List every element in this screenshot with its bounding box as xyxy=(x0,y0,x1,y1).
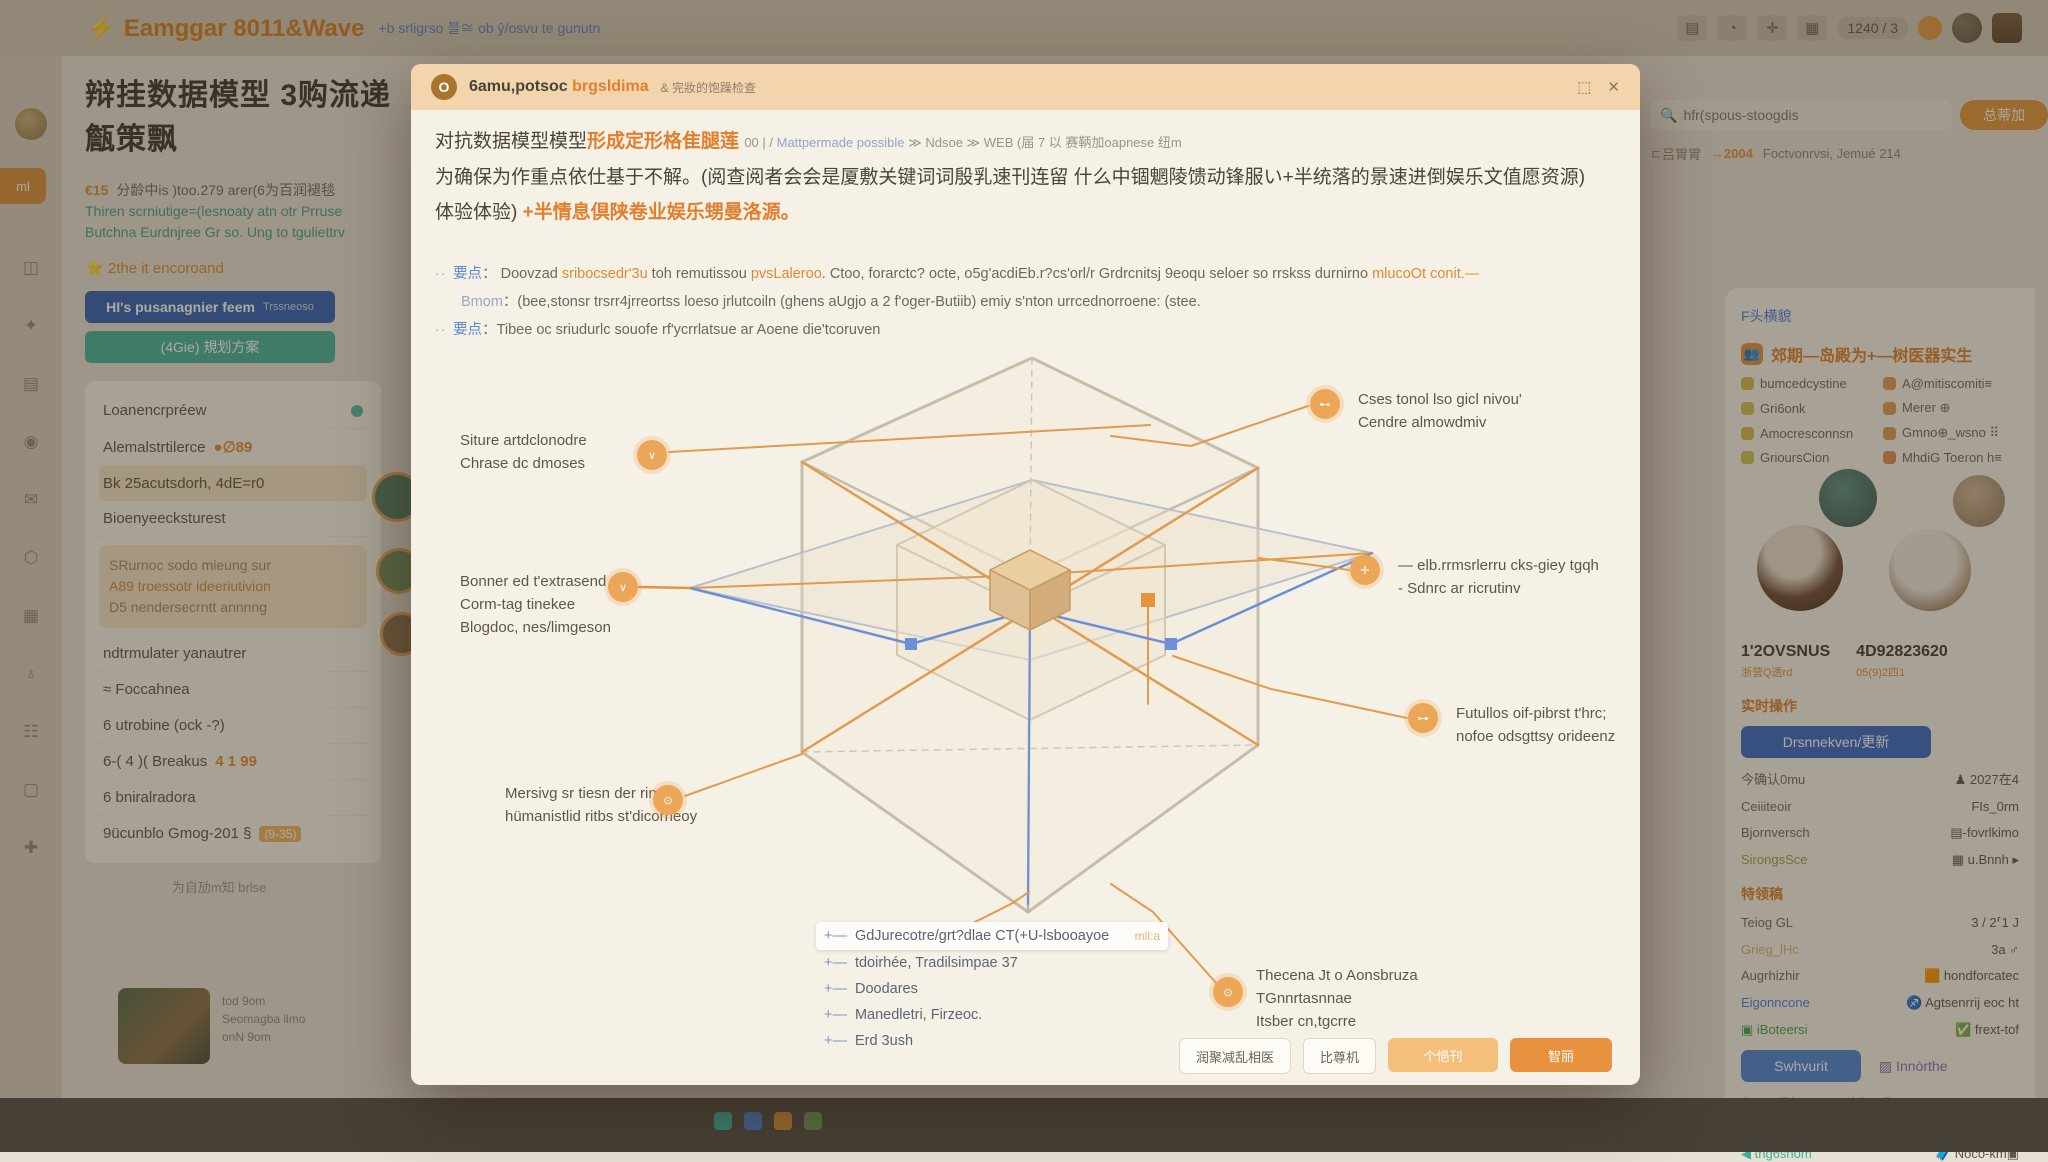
bullet-label: Bmom xyxy=(461,294,503,310)
bullet-3: ∙∙要点：Tibee oc sriudurlc souofe rf'ycrrla… xyxy=(435,316,1615,344)
annotation-line: Siture artdclonodre xyxy=(460,429,640,452)
checklist-item-highlighted[interactable]: +— GdJurecotre/grt?dlae CT(+U-lsbooayoe ml… xyxy=(816,922,1168,950)
marker-b1[interactable]: ⊙ xyxy=(1213,977,1243,1007)
checklist-suffix: mll:a xyxy=(1135,924,1160,948)
crumb-link[interactable]: Mattpermade possible xyxy=(777,135,905,150)
cube-diagram: Siture artdclonodre Chrase dc dmoses ∨ B… xyxy=(411,344,1640,1044)
bullet-link[interactable]: mlucoOt conit.— xyxy=(1372,266,1479,282)
checklist-item[interactable]: +— tdoirhée, Tradilsimpae 37 xyxy=(816,950,1168,976)
checklist-item[interactable]: +— Manedletri, Firzeoc. xyxy=(816,1002,1168,1028)
bullet-seg: Doovzad xyxy=(501,266,562,282)
intro-accent-text-2: +半情息倶陕卷业娱乐甥曼洛源。 xyxy=(523,202,800,223)
bullet-text: (bee,stonsr trsrr4jrreortss loeso jrlutc… xyxy=(517,294,1200,310)
annotation-a1: Siture artdclonodre Chrase dc dmoses xyxy=(460,429,640,475)
annotation-line: Cses tonol lso gicl nivou' xyxy=(1358,388,1588,411)
fullscreen-icon[interactable]: ⬚ xyxy=(1577,78,1591,96)
bullet-2: Bmom：(bee,stonsr trsrr4jrreortss loeso j… xyxy=(435,288,1615,316)
dialog-intro: 对抗数据模型模型形成定形格隹腿莲 00 | / Mattpermade poss… xyxy=(435,124,1615,230)
diagram-checklist: +— GdJurecotre/grt?dlae CT(+U-lsbooayoe ml… xyxy=(816,922,1168,1054)
plus-icon: +— xyxy=(824,1003,847,1027)
bullet-seg: toh remutissou xyxy=(648,266,751,282)
dialog-header: O 6amu,potsoc brgsldima & 完妝的饱躁检查 ⬚ ✕ xyxy=(411,64,1640,110)
checklist-label: Erd 3ush xyxy=(855,1029,913,1053)
checklist-label: Manedletri, Firzeoc. xyxy=(855,1003,982,1027)
annotation-line: Cendre almowdmiv xyxy=(1358,411,1588,434)
dialog-title-accent: brgsldima xyxy=(572,78,648,95)
marker-r2[interactable]: ✛ xyxy=(1350,555,1380,585)
intro-breadcrumb: 00 | / Mattpermade possible ≫ Ndsoe ≫ WE… xyxy=(744,135,1181,150)
intro-line-3: 体验体验) +半情息倶陕卷业娱乐甥曼洛源。 xyxy=(435,195,1615,230)
annotation-b1: Thecena Jt o Aonsbruza TGnnrtasnnae Itsb… xyxy=(1256,964,1486,1033)
close-icon[interactable]: ✕ xyxy=(1607,78,1620,96)
annotation-line: nofoe odsgttsy orideenz xyxy=(1456,725,1640,748)
checklist-item[interactable]: +— Doodares xyxy=(816,976,1168,1002)
annotation-line: — elb.rrmsrlerru cks-giey tgqh xyxy=(1398,554,1638,577)
intro-plain-text: 体验体验) xyxy=(435,202,523,223)
marker-a2[interactable]: ∨ xyxy=(608,572,638,602)
annotation-line: Thecena Jt o Aonsbruza xyxy=(1256,964,1486,987)
intro-accent-text: 形成定形格隹腿莲 xyxy=(587,131,739,152)
dialog: O 6amu,potsoc brgsldima & 完妝的饱躁检查 ⬚ ✕ 对抗… xyxy=(411,64,1640,1085)
bullet-1: ∙∙要点： Doovzad sribocsedr'3u toh remutiss… xyxy=(435,260,1615,288)
plus-icon: +— xyxy=(824,924,847,948)
window-controls: ⬚ ✕ xyxy=(1577,78,1620,96)
checklist-item[interactable]: +— Erd 3ush xyxy=(816,1028,1168,1054)
plus-icon: +— xyxy=(824,977,847,1001)
dialog-footer: 润聚减乱相医 比尊机 个悒刊 智丽 xyxy=(1179,1038,1612,1074)
plus-icon: +— xyxy=(824,951,847,975)
dialog-bullets: ∙∙要点： Doovzad sribocsedr'3u toh remutiss… xyxy=(435,260,1615,344)
crumb-seg: ≫ Ndsoe ≫ WEB (届 7 以 赛鞆加oapnese 纽m xyxy=(905,135,1182,150)
bullet-dots: ∙∙ xyxy=(435,322,447,338)
annotation-line: Chrase dc dmoses xyxy=(460,452,640,475)
annotation-r1: Cses tonol lso gicl nivou' Cendre almowd… xyxy=(1358,388,1588,434)
annotation-r2: — elb.rrmsrlerru cks-giey tgqh - Sdnrc a… xyxy=(1398,554,1638,600)
footer-button-primary-light[interactable]: 个悒刊 xyxy=(1388,1038,1498,1072)
bullet-link[interactable]: pvsLaleroo xyxy=(751,266,822,282)
footer-button-primary[interactable]: 智丽 xyxy=(1510,1038,1612,1072)
annotation-line: - Sdnrc ar ricrutinv xyxy=(1398,577,1638,600)
intro-dark-text: 对抗数据模型模型 xyxy=(435,131,587,152)
checklist-label: Doodares xyxy=(855,977,918,1001)
bullet-label: 要点 xyxy=(453,266,482,282)
dialog-title-text: 6amu,potsoc xyxy=(469,78,568,95)
marker-r3[interactable]: ⊶ xyxy=(1408,703,1438,733)
annotation-line: Itsber cn,tgcrre xyxy=(1256,1010,1486,1033)
footer-button-secondary[interactable]: 润聚减乱相医 xyxy=(1179,1038,1291,1074)
dialog-avatar-icon: O xyxy=(431,74,457,100)
bullet-seg: . Ctoo, forarctc? octe, o5g'acdiEb.r?cs'… xyxy=(822,266,1372,282)
plus-icon: +— xyxy=(824,1029,847,1053)
annotation-line: TGnnrtasnnae xyxy=(1256,987,1486,1010)
bullet-text: Tibee oc sriudurlc souofe rf'ycrrlatsue … xyxy=(497,322,881,338)
bullet-label: 要点 xyxy=(453,322,482,338)
marker-r1[interactable]: ⊷ xyxy=(1310,389,1340,419)
bullet-dots: ∙∙ xyxy=(435,266,447,282)
marker-a1[interactable]: ∨ xyxy=(637,440,667,470)
screen: ⚡Eamggar 8011&Wave +b srligrso 블≅ ob ŷ/o… xyxy=(0,0,2048,1152)
intro-line-2: 为确保为作重点依仕基于不解。(阅查阅者会会是厦敷关键词词殷乳速刊连留 什么中锢魍… xyxy=(435,160,1615,195)
annotation-line: Blogdoc, nes/limgeson xyxy=(460,616,650,639)
annotation-r3: Futullos oif-pibrst t'hrc; nofoe odsgtts… xyxy=(1456,702,1640,748)
crumb-seg: 00 | / xyxy=(744,135,776,150)
dialog-subtitle: & 完妝的饱躁检查 xyxy=(661,79,756,96)
marker-a3[interactable]: ⊙ xyxy=(653,785,683,815)
annotation-line: Futullos oif-pibrst t'hrc; xyxy=(1456,702,1640,725)
checklist-label: tdoirhée, Tradilsimpae 37 xyxy=(855,951,1018,975)
dialog-title: 6amu,potsoc brgsldima xyxy=(469,78,649,96)
bullet-link[interactable]: sribocsedr'3u xyxy=(562,266,648,282)
intro-line-1: 对抗数据模型模型形成定形格隹腿莲 00 | / Mattpermade poss… xyxy=(435,124,1615,160)
checklist-label: GdJurecotre/grt?dlae CT(+U-lsbooayoe xyxy=(855,924,1109,948)
footer-button-secondary-2[interactable]: 比尊机 xyxy=(1303,1038,1376,1074)
